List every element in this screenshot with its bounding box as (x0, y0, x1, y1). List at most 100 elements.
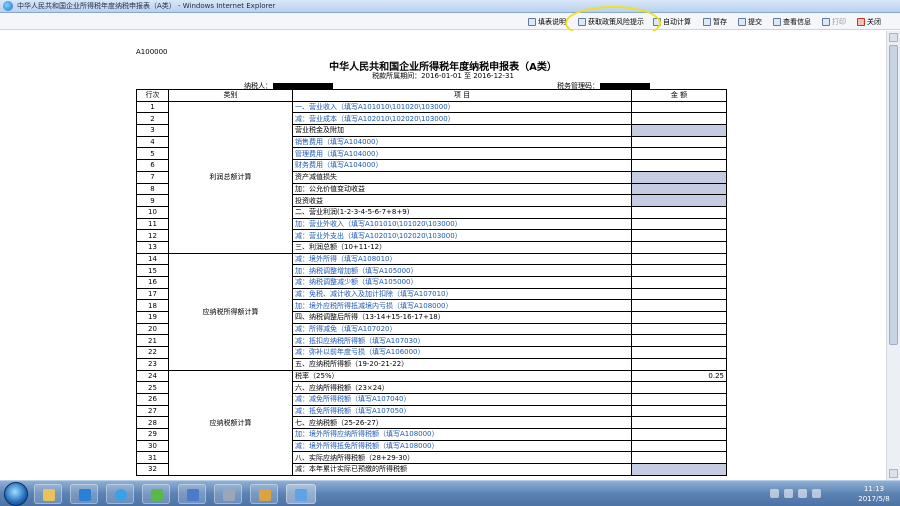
amount-cell[interactable] (631, 205, 727, 219)
amount-cell[interactable] (631, 229, 727, 242)
view-info-button[interactable]: 查看信息 (773, 16, 811, 27)
amount-cell[interactable] (631, 416, 727, 429)
submit-label: 提交 (748, 17, 762, 26)
amount-cell[interactable] (631, 381, 727, 394)
amount-cell[interactable] (631, 194, 727, 207)
amount-cell[interactable] (631, 311, 727, 324)
amount-cell[interactable] (631, 147, 727, 161)
item-link[interactable]: 减：抵扣应纳税所得额（填写A107030） (292, 334, 632, 348)
item-link[interactable]: 加：境外所得应纳所得税额（填写A108000） (292, 427, 632, 441)
header-item: 项 目 (292, 89, 632, 102)
taskbar-active-window[interactable] (286, 484, 316, 504)
scroll-up-icon[interactable] (889, 33, 898, 42)
row-number: 25 (136, 381, 169, 394)
item-link[interactable]: 管理费用（填写A104000） (292, 147, 632, 161)
amount-cell[interactable] (631, 240, 727, 254)
item-link[interactable]: 加：营业外收入（填写A101010\101020\103000） (292, 217, 632, 231)
declaration-table: 行次 类别 项 目 金 额 1 利润总额计算 一、营业收入（填写A101010\10… (136, 89, 727, 476)
submit-button[interactable]: 提交 (738, 16, 762, 27)
amount-cell[interactable] (631, 124, 727, 137)
fill-help-button[interactable]: 填表说明 (528, 16, 566, 27)
app-icon (187, 489, 199, 501)
amount-cell[interactable] (631, 252, 727, 266)
item-link[interactable]: 减：减免所得税额（填写A107040） (292, 392, 632, 406)
amount-cell[interactable] (631, 159, 727, 172)
category-cell: 利润总额计算 (168, 100, 293, 254)
taskbar-ie[interactable] (106, 484, 134, 504)
scroll-down-icon[interactable] (889, 469, 898, 478)
row-number: 2 (136, 112, 169, 126)
amount-cell[interactable] (631, 112, 727, 126)
volume-icon[interactable] (812, 489, 821, 498)
item-link[interactable]: 减：免税、减计收入及加计扣除（填写A107010） (292, 287, 632, 301)
amount-cell[interactable] (631, 427, 727, 441)
amount-cell[interactable] (631, 135, 727, 149)
row-number: 16 (136, 276, 169, 289)
tray-icon[interactable] (784, 489, 793, 498)
amount-cell[interactable] (631, 334, 727, 348)
tip-icon (578, 17, 586, 26)
amount-cell[interactable] (631, 217, 727, 231)
start-button[interactable] (4, 482, 28, 506)
item-link[interactable]: 减：弥补以前年度亏损（填写A106000） (292, 346, 632, 359)
category-cell: 应纳税所得额计算 (168, 252, 293, 371)
policy-risk-button[interactable]: 获取政策风险提示 (578, 16, 644, 27)
taskbar-explorer[interactable] (34, 484, 62, 504)
amount-cell[interactable] (631, 346, 727, 359)
clock[interactable]: 11:13 2017/5/8 (854, 484, 894, 504)
amount-cell[interactable] (631, 463, 727, 476)
taskbar-app-4[interactable] (214, 484, 242, 504)
item-link[interactable]: 减：境外所得抵免所得税额（填写A108000） (292, 439, 632, 453)
amount-cell[interactable] (631, 439, 727, 453)
item-label: 三、利润总额（10+11-12） (292, 240, 632, 254)
item-label: 资产减值损失 (292, 170, 632, 184)
app-icon (79, 489, 91, 501)
amount-cell[interactable] (631, 276, 727, 289)
item-link[interactable]: 加：境外应税所得抵减境内亏损（填写A108000） (292, 299, 632, 313)
table-header-row: 行次 类别 项 目 金 额 (136, 89, 727, 102)
taskbar-app-3[interactable] (178, 484, 206, 504)
item-link[interactable]: 减：纳税调整减少额（填写A105000） (292, 276, 632, 289)
item-link[interactable]: 减：境外所得（填写A108010） (292, 252, 632, 266)
table-row: 1 利润总额计算 一、营业收入（填写A101010\101020\103000） (136, 100, 727, 254)
taskbar-app-1[interactable] (70, 484, 98, 504)
amount-cell[interactable] (631, 100, 727, 114)
save-button[interactable]: 暂存 (703, 16, 727, 27)
item-link[interactable]: 减：抵免所得税额（填写A107050） (292, 404, 632, 418)
form-code: A100000 (136, 48, 168, 56)
taskbar-app-2[interactable] (142, 484, 170, 504)
amount-cell[interactable] (631, 264, 727, 277)
printer-icon (822, 17, 830, 26)
app-icon (223, 489, 235, 501)
auto-calc-button[interactable]: 自动计算 (653, 16, 691, 27)
item-link[interactable]: 减：营业成本（填写A102010\102020\103000） (292, 112, 632, 126)
print-label: 打印 (832, 17, 846, 26)
row-number: 22 (136, 346, 169, 359)
amount-cell[interactable] (631, 392, 727, 406)
scroll-thumb[interactable] (889, 45, 898, 345)
close-button[interactable]: 关闭 (857, 16, 881, 27)
item-link[interactable]: 减：营业外支出（填写A102010\102020\103000） (292, 229, 632, 242)
amount-cell[interactable] (631, 322, 727, 336)
tray-icon[interactable] (770, 489, 779, 498)
network-icon[interactable] (798, 489, 807, 498)
vertical-scrollbar[interactable] (886, 31, 900, 480)
row-number: 24 (136, 369, 169, 383)
taskbar-app-5[interactable] (250, 484, 278, 504)
row-number: 7 (136, 170, 169, 184)
row-number: 9 (136, 194, 169, 207)
item-link[interactable]: 减：所得减免（填写A107020） (292, 322, 632, 336)
item-link[interactable]: 加：纳税调整增加额（填写A105000） (292, 264, 632, 277)
item-link[interactable]: 财务费用（填写A104000） (292, 159, 632, 172)
print-button[interactable]: 打印 (822, 16, 846, 27)
amount-cell[interactable] (631, 404, 727, 418)
amount-cell[interactable] (631, 299, 727, 313)
amount-cell[interactable]: 0.25 (631, 369, 727, 383)
item-link[interactable]: 一、营业收入（填写A101010\101020\103000） (292, 100, 632, 114)
amount-cell[interactable] (631, 170, 727, 184)
amount-cell[interactable] (631, 357, 727, 371)
item-link[interactable]: 销售费用（填写A104000） (292, 135, 632, 149)
amount-cell[interactable] (631, 287, 727, 301)
amount-cell[interactable] (631, 182, 727, 196)
amount-cell[interactable] (631, 451, 727, 464)
